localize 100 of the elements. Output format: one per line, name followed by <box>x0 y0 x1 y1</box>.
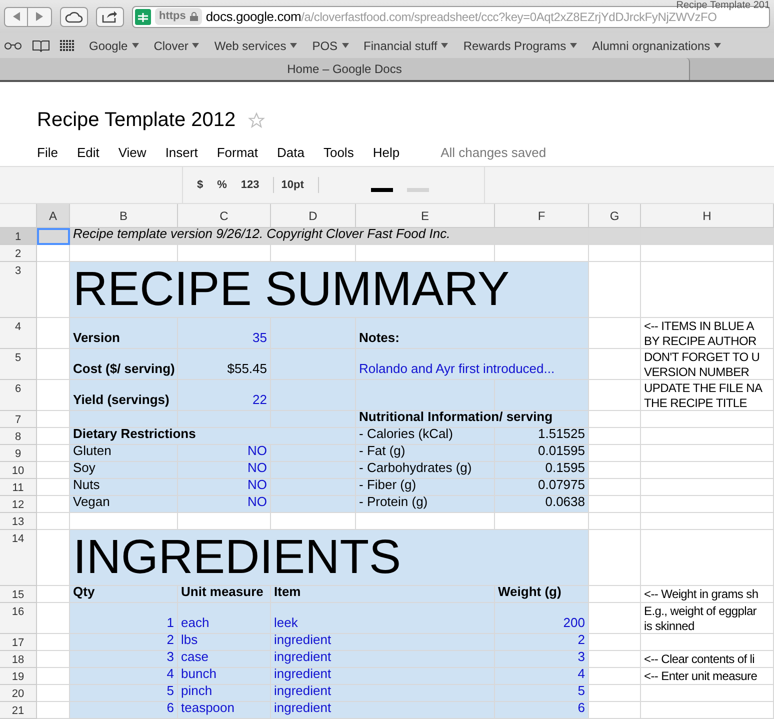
table-cell: 3 <box>495 651 589 668</box>
forward-button[interactable] <box>28 6 52 26</box>
row-number[interactable]: 16 <box>0 603 37 634</box>
table-cell: Gluten <box>70 445 178 462</box>
row-number[interactable]: 13 <box>0 513 37 530</box>
row-number[interactable]: 12 <box>0 496 37 513</box>
menu-item[interactable]: Tools <box>323 143 354 162</box>
row-number[interactable]: 15 <box>0 586 37 603</box>
table-cell <box>589 411 641 428</box>
table-cell: bunch <box>178 668 271 685</box>
grid-icon[interactable] <box>60 40 74 52</box>
table-cell <box>589 702 641 719</box>
back-button[interactable] <box>4 6 28 26</box>
table-cell: lbs <box>178 634 271 651</box>
table-cell: - Calories (kCal) <box>356 428 495 445</box>
glasses-icon[interactable] <box>4 42 22 50</box>
table-cell <box>589 318 641 349</box>
table-cell <box>589 685 641 702</box>
table-cell <box>589 496 641 513</box>
column-header[interactable]: A <box>37 204 70 227</box>
row-number[interactable]: 20 <box>0 685 37 702</box>
note-cell: UPDATE THE FILE NA THE RECIPE TITLE <box>641 380 774 411</box>
table-cell: ingredient <box>271 668 495 685</box>
table-cell: - Carbohydrates (g) <box>356 462 495 479</box>
url-text: docs.google.com/a/cloverfastfood.com/spreadsheet/ccc?key=0Aqt2xZ8EZrjYdDJrckFyNjZWVzFO <box>206 8 717 26</box>
menu-item[interactable]: Insert <box>165 143 198 162</box>
note-cell: <-- Clear contents of li <box>641 651 774 668</box>
table-cell <box>589 586 641 603</box>
row-number[interactable]: 10 <box>0 462 37 479</box>
row-number[interactable]: 11 <box>0 479 37 496</box>
row-number[interactable]: 8 <box>0 428 37 445</box>
row-number[interactable]: 5 <box>0 349 37 380</box>
row-number[interactable]: 6 <box>0 380 37 411</box>
share-icon <box>102 10 118 23</box>
row-number[interactable]: 21 <box>0 702 37 719</box>
table-cell: 0.01595 <box>495 445 589 462</box>
table-cell: 2 <box>70 634 178 651</box>
table-cell <box>589 349 641 380</box>
table-cell <box>589 380 641 411</box>
row-number[interactable]: 2 <box>0 245 37 262</box>
book-icon[interactable] <box>32 40 50 52</box>
table-cell <box>37 513 70 530</box>
secure-badge: https <box>155 8 202 25</box>
table-cell: 5 <box>70 685 178 702</box>
bookmark-menu[interactable]: Web services <box>214 36 298 54</box>
table-cell: Dietary Restrictions <box>70 428 356 445</box>
table-cell: pinch <box>178 685 271 702</box>
table-cell: Version <box>70 318 178 349</box>
note-cell: <-- ITEMS IN BLUE A BY RECIPE AUTHOR <box>641 318 774 349</box>
font-size-button[interactable]: 10pt <box>281 176 304 194</box>
table-cell: NO <box>178 445 271 462</box>
bookmark-menu[interactable]: Rewards Programs <box>463 36 578 54</box>
table-cell: 1.51525 <box>495 428 589 445</box>
menu-item[interactable]: View <box>118 143 146 162</box>
table-cell: Rolando and Ayr first introduced... <box>356 349 589 380</box>
row-number[interactable]: 7 <box>0 411 37 428</box>
row-number[interactable]: 3 <box>0 262 37 318</box>
bookmark-menu[interactable]: Google <box>89 36 139 54</box>
star-icon[interactable] <box>248 112 265 128</box>
cloud-button[interactable] <box>60 6 88 26</box>
table-cell: ingredient <box>271 634 495 651</box>
menu-item[interactable]: Format <box>216 143 258 162</box>
row-number[interactable]: 4 <box>0 318 37 349</box>
document-title[interactable]: Recipe Template 2012 <box>37 105 236 135</box>
share-button[interactable] <box>96 6 124 26</box>
format-button[interactable]: $ <box>197 176 204 194</box>
format-button[interactable]: % <box>217 176 227 194</box>
bookmark-menu[interactable]: Financial stuff <box>364 36 448 54</box>
row-number[interactable]: 17 <box>0 634 37 651</box>
bookmark-menu[interactable]: Alumni orgnanizations <box>592 36 722 54</box>
row-number[interactable]: 9 <box>0 445 37 462</box>
menu-item[interactable]: File <box>37 143 58 162</box>
caret-icon <box>441 43 448 48</box>
menu-item[interactable]: Edit <box>76 143 100 162</box>
table-cell: ingredient <box>271 685 495 702</box>
row-number[interactable]: 18 <box>0 651 37 668</box>
table-cell: 4 <box>495 668 589 685</box>
table-cell: NO <box>178 496 271 513</box>
sheets-icon <box>135 8 151 24</box>
table-cell: 0.1595 <box>495 462 589 479</box>
row-number[interactable]: 1 <box>0 228 37 245</box>
row-number[interactable]: 19 <box>0 668 37 685</box>
table-cell: NO <box>178 462 271 479</box>
table-cell: Unit measure <box>178 586 271 603</box>
caret-icon <box>192 43 200 48</box>
table-cell <box>589 530 641 586</box>
bookmark-menu[interactable]: Clover <box>154 36 200 54</box>
table-cell: 0.0638 <box>495 496 589 513</box>
row-number[interactable]: 14 <box>0 530 37 586</box>
table-cell: Qty <box>70 586 178 603</box>
menu-item[interactable]: Data <box>277 143 304 162</box>
table-cell: Cost ($/ serving) <box>70 349 178 380</box>
table-cell: Yield (servings) <box>70 380 178 411</box>
format-button[interactable]: 123 <box>240 176 260 194</box>
table-cell: 6 <box>495 702 589 719</box>
menu-item[interactable]: Help <box>372 143 400 162</box>
table-cell: 22 <box>178 380 271 411</box>
browser-tab[interactable]: Home – Google Docs <box>0 58 690 80</box>
table-cell: case <box>178 651 271 668</box>
bookmark-menu[interactable]: POS <box>312 36 349 54</box>
